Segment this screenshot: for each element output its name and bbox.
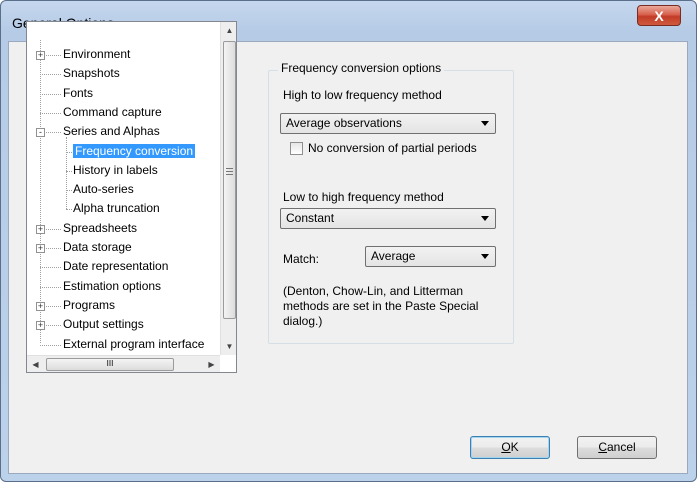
tree-item[interactable]: Frequency conversion [73, 143, 196, 160]
tree-item[interactable]: History in labels [73, 162, 158, 179]
tree-connector [40, 345, 61, 346]
tree-item[interactable]: Date representation [63, 258, 168, 275]
tree-item[interactable]: Fonts [63, 85, 93, 102]
no-partial-periods-label: No conversion of partial periods [308, 141, 477, 155]
expand-icon[interactable]: + [36, 244, 45, 253]
note-line: dialog.) [283, 314, 323, 328]
tree-connector [40, 113, 61, 114]
ok-mnemonic: O [501, 440, 511, 454]
chevron-down-icon [481, 121, 489, 126]
tree-item-label: Data storage [63, 240, 132, 254]
tree-connector [40, 267, 61, 268]
scroll-up-icon[interactable]: ▲ [221, 22, 236, 39]
note-line: (Denton, Chow-Lin, and Litterman [283, 284, 464, 298]
tree-trunk-line [40, 40, 41, 343]
tree-item[interactable]: Series and Alphas [63, 123, 160, 140]
close-button[interactable]: X [637, 5, 681, 26]
expand-icon[interactable]: + [36, 51, 45, 60]
horizontal-scroll-thumb[interactable]: III [46, 358, 174, 371]
scroll-right-icon[interactable]: ▶ [203, 356, 220, 372]
match-label: Match: [283, 252, 320, 266]
high-to-low-value: Average observations [286, 116, 402, 130]
tree-item[interactable]: Auto-series [73, 181, 134, 198]
tree-item[interactable]: Output settings [63, 316, 144, 333]
match-select[interactable]: Average [365, 246, 496, 267]
tree-item-label: History in labels [73, 163, 158, 177]
tree-item[interactable]: Snapshots [63, 65, 120, 82]
tree-item-label: Alpha truncation [73, 201, 160, 215]
chevron-down-icon [481, 254, 489, 259]
tree-item-label: External program interface [63, 337, 205, 351]
grip-line [226, 174, 233, 175]
note-line: methods are set in the Paste Special [283, 299, 479, 313]
collapse-icon[interactable]: - [36, 128, 45, 137]
tree-item-label: Spreadsheets [63, 221, 138, 235]
tree-item-label: Estimation options [63, 279, 162, 293]
tree-item[interactable]: External program interface [63, 336, 204, 353]
tree-item-label: Command capture [63, 105, 162, 119]
tree-connector [40, 287, 61, 288]
close-icon: X [654, 8, 664, 24]
tree-item-label: Frequency conversion [73, 144, 196, 158]
tree-item[interactable]: Data storage [63, 239, 132, 256]
tree-item-label: Date representation [63, 259, 169, 273]
options-tree[interactable]: + Environment Snapshots Fonts Command captur… [26, 21, 237, 373]
low-to-high-value: Constant [286, 211, 335, 225]
tree-item[interactable]: Estimation options [63, 278, 161, 295]
tree-connector [66, 209, 72, 210]
tree-connector [40, 74, 61, 75]
scroll-down-icon[interactable]: ▼ [221, 338, 236, 355]
high-to-low-select[interactable]: Average observations [280, 113, 496, 134]
ok-label: K [510, 440, 519, 454]
low-to-high-select[interactable]: Constant [280, 208, 496, 229]
tree-vertical-scrollbar[interactable]: ▲ ▼ [220, 22, 236, 355]
tree-item-label: Snapshots [63, 66, 120, 80]
cancel-mnemonic: C [598, 440, 607, 454]
tree-branch-line [66, 137, 67, 209]
tree-item-label: Auto-series [73, 182, 134, 196]
tree-item-label: Environment [63, 47, 131, 61]
cancel-label: ancel [606, 440, 636, 454]
chevron-down-icon [481, 216, 489, 221]
low-to-high-label: Low to high frequency method [283, 190, 444, 204]
group-title: Frequency conversion options [278, 61, 445, 75]
ok-button[interactable]: OK [470, 436, 550, 459]
expand-icon[interactable]: + [36, 225, 45, 234]
cancel-button[interactable]: Cancel [577, 436, 657, 459]
tree-horizontal-scrollbar[interactable]: ◀ III ▶ [27, 355, 220, 372]
tree-item-label: Programs [63, 298, 116, 312]
high-to-low-label: High to low frequency method [283, 88, 442, 102]
tree-item[interactable]: Command capture [63, 104, 162, 121]
tree-item[interactable]: Programs [63, 297, 115, 314]
tree-item[interactable]: Environment [63, 46, 130, 63]
grip-icon: III [106, 359, 114, 368]
tree-item-label: Output settings [63, 317, 144, 331]
tree-connector [40, 94, 61, 95]
expand-icon[interactable]: + [36, 321, 45, 330]
tree-item[interactable]: Spreadsheets [63, 220, 137, 237]
match-value: Average [371, 249, 416, 263]
grip-line [226, 171, 233, 172]
tree-item[interactable]: Alpha truncation [73, 200, 160, 217]
scroll-left-icon[interactable]: ◀ [27, 356, 44, 372]
tree-item-label: Fonts [63, 86, 94, 100]
vertical-scroll-thumb[interactable] [223, 41, 236, 319]
expand-icon[interactable]: + [36, 302, 45, 311]
grip-line [226, 168, 233, 169]
no-partial-periods-checkbox[interactable] [290, 142, 303, 155]
tree-item-label: Series and Alphas [63, 124, 160, 138]
